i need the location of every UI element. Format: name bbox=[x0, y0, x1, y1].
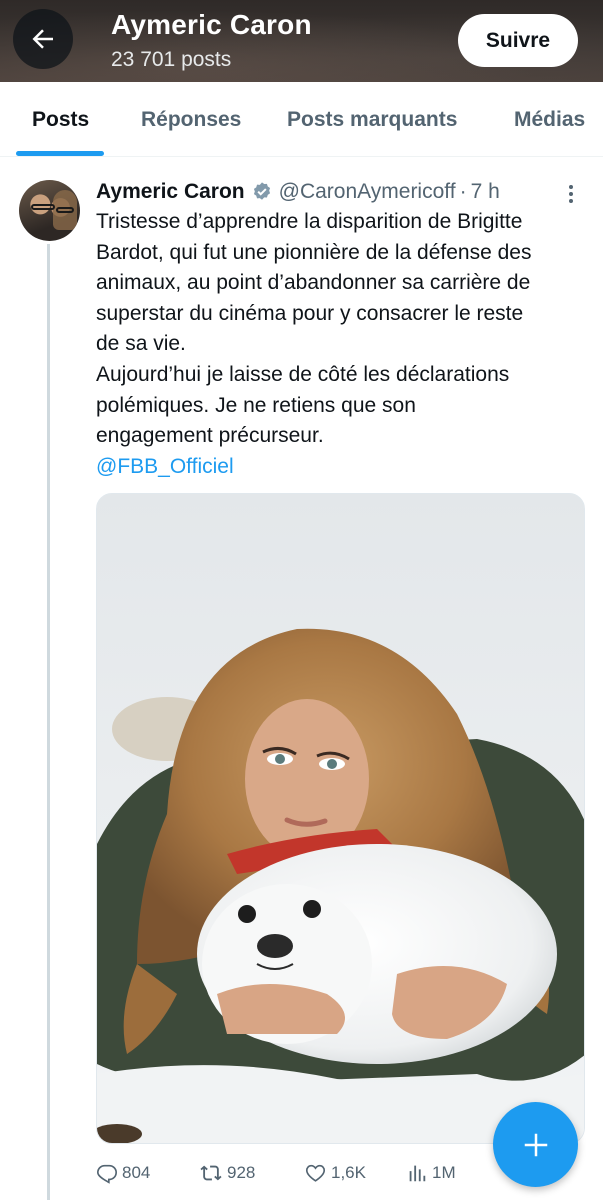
posts-count: 23 701 posts bbox=[111, 48, 232, 71]
tweet-text-line: Aujourd’hui je laisse de côté les déclar… bbox=[96, 362, 510, 386]
profile-name: Aymeric Caron bbox=[111, 9, 312, 40]
thread-line bbox=[47, 244, 50, 1200]
reply-count: 804 bbox=[122, 1163, 151, 1182]
profile-header: Aymeric Caron 23 701 posts Suivre bbox=[0, 0, 603, 82]
tweet-text-line: Bardot, qui fut une pionnière de la défe… bbox=[96, 240, 532, 264]
tweet-timestamp[interactable]: 7 h bbox=[471, 180, 500, 204]
views-icon bbox=[409, 1165, 426, 1182]
avatar[interactable] bbox=[19, 180, 80, 241]
verified-badge-icon[interactable] bbox=[251, 181, 273, 203]
tweet-text-line: engagement précurseur. bbox=[96, 424, 324, 448]
views-button[interactable]: 1M bbox=[406, 1158, 456, 1188]
heart-icon bbox=[305, 1164, 326, 1182]
reply-icon bbox=[97, 1164, 117, 1184]
plus-icon bbox=[524, 1133, 547, 1156]
tweet-text-line: polémiques. Je ne retiens que son bbox=[96, 393, 416, 417]
repost-icon bbox=[200, 1165, 222, 1181]
tweet-text-line: Tristesse d’apprendre la disparition de … bbox=[96, 210, 523, 233]
tweet-text-line: de sa vie. bbox=[96, 332, 186, 356]
tweet-media-image[interactable] bbox=[96, 493, 585, 1144]
tweet-author-handle[interactable]: @CaronAymericoff bbox=[279, 180, 456, 204]
more-vertical-icon[interactable] bbox=[560, 182, 582, 206]
follow-button[interactable]: Suivre bbox=[458, 14, 578, 67]
tweet-text-line: animaux, au point d’abandonner sa carriè… bbox=[96, 271, 531, 295]
photo-woman-with-seal-pup-on-snow bbox=[97, 494, 584, 1143]
reply-button[interactable]: 804 bbox=[96, 1158, 150, 1188]
separator-dot: · bbox=[459, 180, 467, 203]
tweet-author-name[interactable]: Aymeric Caron bbox=[96, 180, 245, 204]
tab-highlights[interactable]: Posts marquants bbox=[287, 108, 457, 132]
compose-button[interactable] bbox=[493, 1102, 578, 1187]
repost-button[interactable]: 928 bbox=[199, 1158, 255, 1188]
arrow-left-icon bbox=[32, 29, 53, 49]
tweet-text-line: superstar du cinéma pour y consacrer le … bbox=[96, 301, 524, 325]
tab-replies[interactable]: Réponses bbox=[141, 108, 241, 132]
like-count: 1,6K bbox=[331, 1163, 366, 1182]
profile-tabs: Posts Réponses Posts marquants Médias bbox=[0, 82, 603, 157]
active-tab-indicator bbox=[16, 151, 104, 156]
back-button[interactable] bbox=[13, 9, 73, 69]
tab-posts[interactable]: Posts bbox=[32, 108, 89, 132]
like-button[interactable]: 1,6K bbox=[304, 1158, 366, 1188]
tab-media[interactable]: Médias bbox=[514, 108, 585, 132]
tweet-text: Tristesse d’apprendre la disparition de … bbox=[96, 207, 591, 482]
views-count: 1M bbox=[432, 1163, 456, 1182]
mention-link[interactable]: @FBB_Officiel bbox=[96, 452, 591, 483]
tweet-header: Aymeric Caron @CaronAymericoff · 7 h bbox=[96, 178, 500, 206]
repost-count: 928 bbox=[227, 1163, 256, 1182]
